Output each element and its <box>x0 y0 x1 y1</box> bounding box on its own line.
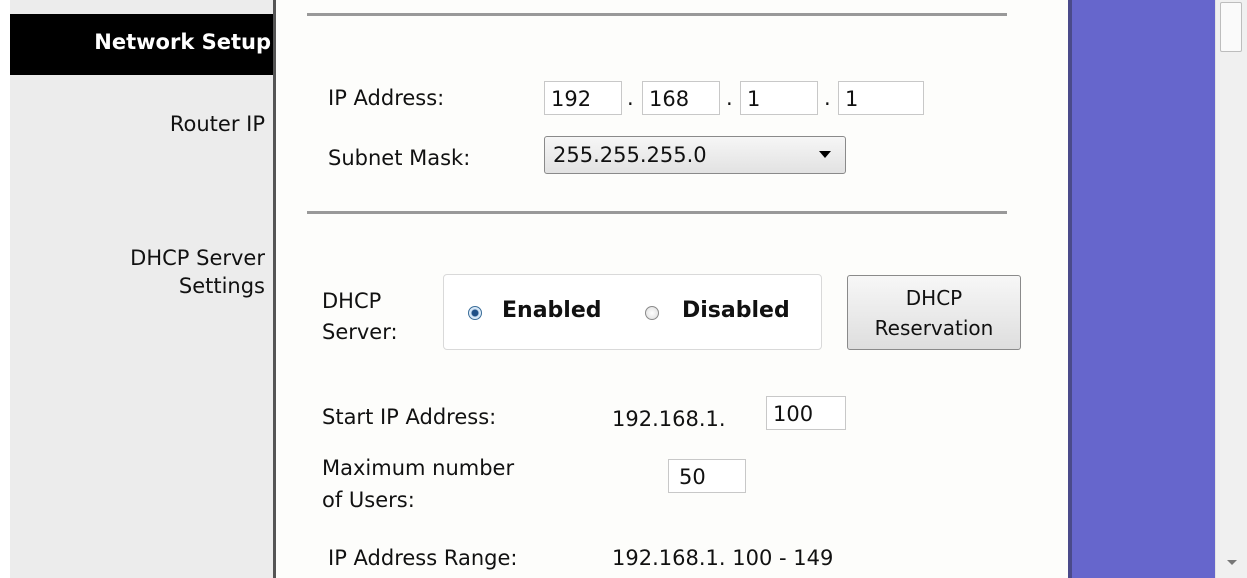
sidebar-title: Network Setup <box>94 30 271 54</box>
subnet-mask-value: 255.255.255.0 <box>553 143 707 167</box>
section-divider-top <box>307 13 1007 16</box>
max-users-label-line2: of Users: <box>322 488 415 512</box>
dhcp-reservation-label-line2: Reservation <box>874 316 994 340</box>
ip-separator: . <box>627 86 634 110</box>
vertical-scrollbar[interactable] <box>1215 0 1247 578</box>
scroll-down-arrow-icon[interactable] <box>1227 560 1237 565</box>
dhcp-reservation-label-line1: DHCP <box>905 286 963 310</box>
dhcp-server-label-line2: Server: <box>322 320 398 344</box>
start-ip-prefix: 192.168.1. <box>612 407 726 431</box>
ip-address-label: IP Address: <box>328 86 445 110</box>
chevron-down-icon <box>819 151 831 158</box>
dhcp-enabled-label[interactable]: Enabled <box>502 297 602 325</box>
ip-separator: . <box>824 86 831 110</box>
ip-range-label: IP Address Range: <box>328 546 518 570</box>
ip-octet-2-input[interactable]: 168 <box>642 81 720 115</box>
section-label-dhcp-line2: Settings <box>178 274 265 298</box>
start-ip-label: Start IP Address: <box>322 405 497 429</box>
ip-separator: . <box>726 86 733 110</box>
scrollbar-thumb[interactable] <box>1220 2 1242 52</box>
ip-octet-1-input[interactable]: 192 <box>544 81 622 115</box>
ip-octet-4-input[interactable]: 1 <box>838 81 924 115</box>
subnet-mask-label: Subnet Mask: <box>328 146 471 170</box>
start-ip-input[interactable]: 100 <box>766 396 846 430</box>
subnet-mask-select[interactable]: 255.255.255.0 <box>544 136 846 174</box>
max-users-label-line1: Maximum number <box>322 456 515 480</box>
dhcp-reservation-button[interactable]: DHCP Reservation <box>847 275 1021 350</box>
ip-octet-3-input[interactable]: 1 <box>740 81 818 115</box>
section-label-dhcp-line1: DHCP Server <box>130 246 265 270</box>
dhcp-disabled-radio[interactable] <box>645 306 659 320</box>
dhcp-enabled-radio[interactable] <box>468 306 482 320</box>
max-users-input[interactable]: 50 <box>668 459 746 493</box>
dhcp-server-label-line1: DHCP <box>322 289 382 313</box>
ip-range-value: 192.168.1. 100 - 149 <box>612 546 834 570</box>
right-panel <box>1072 0 1215 578</box>
section-divider-middle <box>307 211 1007 214</box>
section-label-router-ip: Router IP <box>169 112 265 136</box>
dhcp-disabled-label[interactable]: Disabled <box>682 297 790 325</box>
